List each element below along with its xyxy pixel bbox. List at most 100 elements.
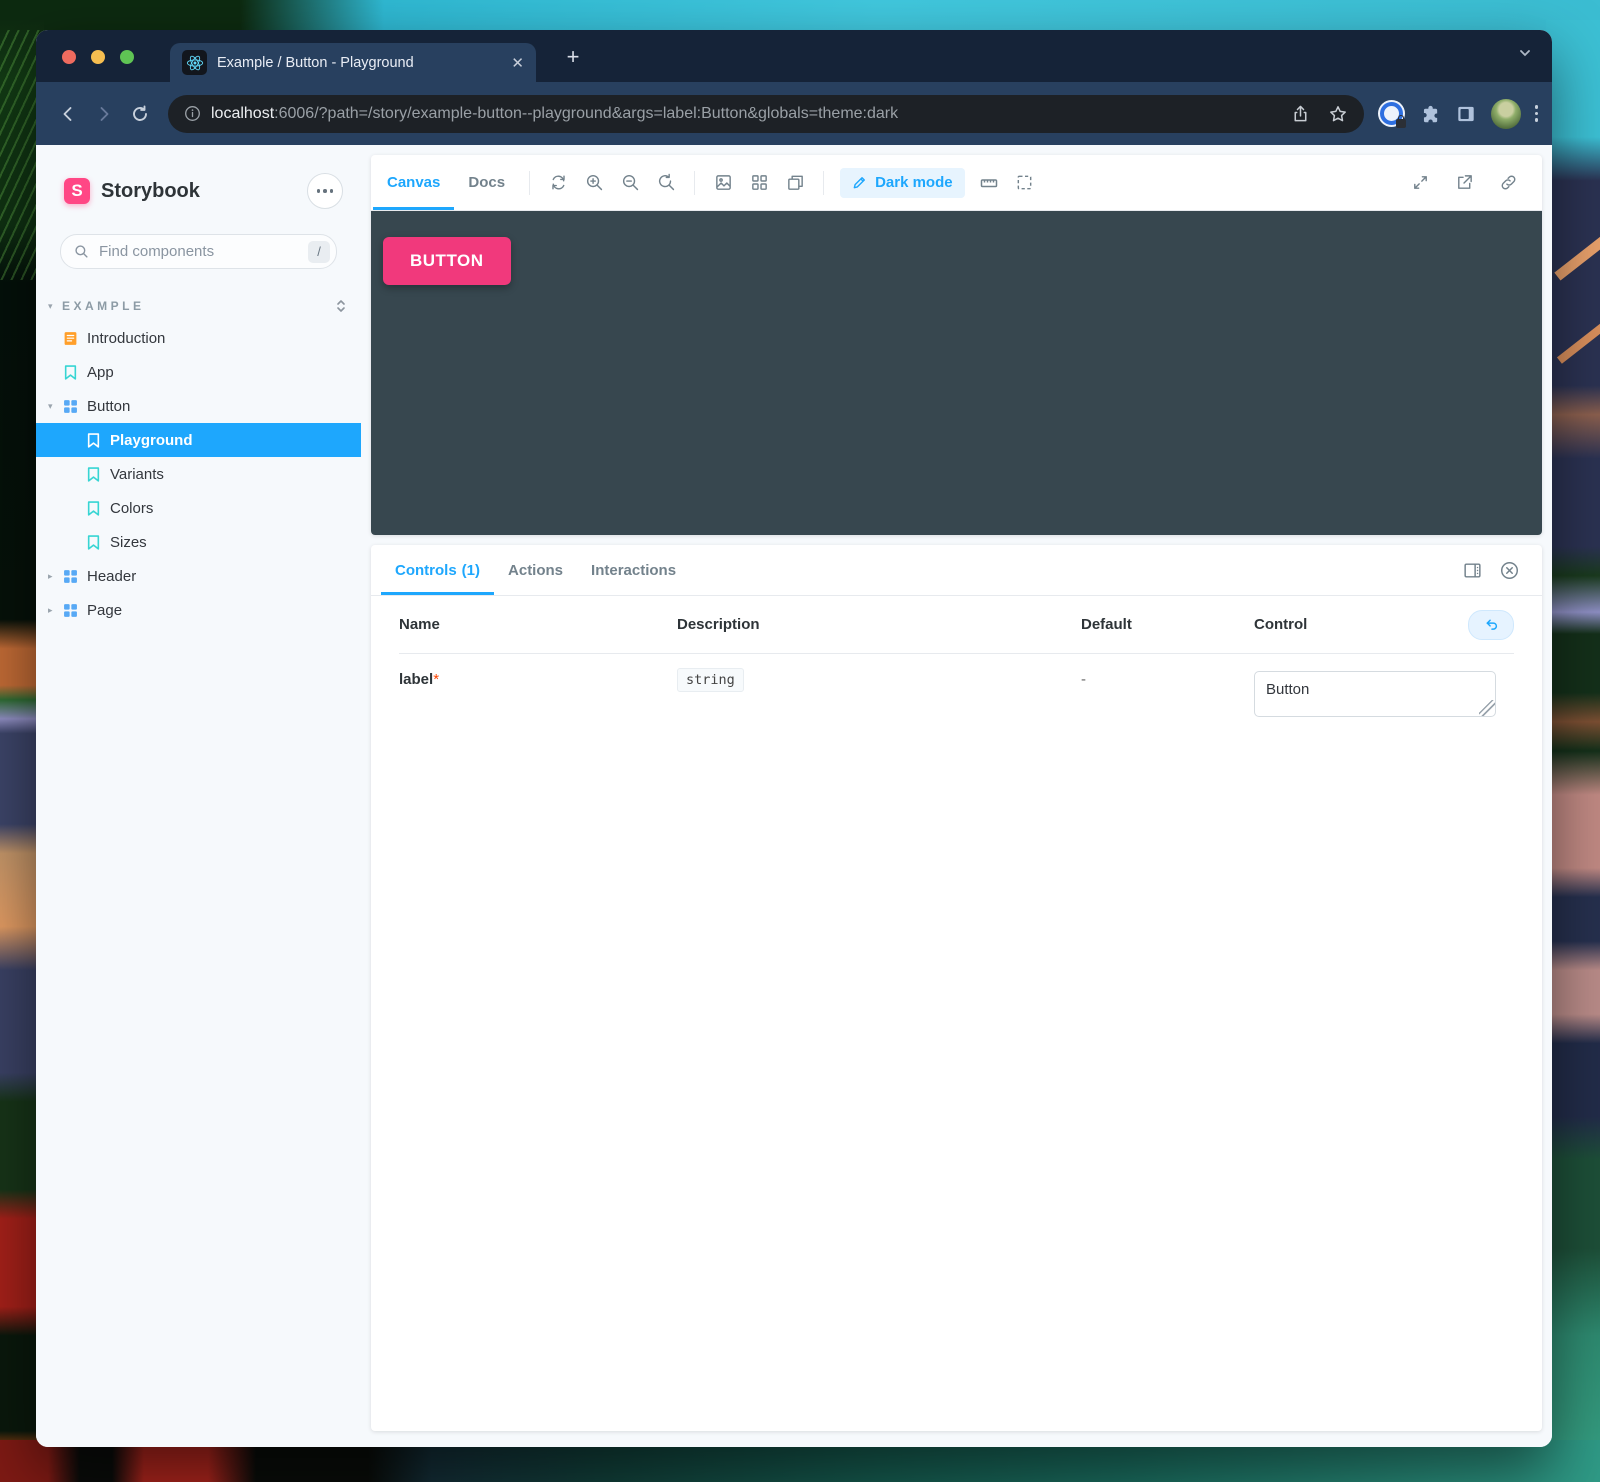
tab-interactions[interactable]: Interactions bbox=[577, 545, 690, 595]
remount-story-icon[interactable] bbox=[540, 165, 576, 201]
close-panel-icon[interactable] bbox=[1499, 560, 1520, 581]
browser-toolbar: localhost:6006/?path=/story/example-butt… bbox=[36, 82, 1552, 145]
type-chip: string bbox=[677, 668, 744, 692]
sidebar-item-app[interactable]: ▸ App bbox=[36, 355, 361, 389]
grid-icon[interactable] bbox=[741, 165, 777, 201]
preview-card: Canvas Docs bbox=[371, 155, 1542, 535]
column-description: Description bbox=[677, 616, 1081, 633]
search-input[interactable] bbox=[97, 242, 308, 261]
zoom-out-icon[interactable] bbox=[612, 165, 648, 201]
column-name: Name bbox=[399, 616, 677, 633]
sidebar-item-label: App bbox=[87, 364, 114, 381]
password-manager-extension-icon[interactable] bbox=[1378, 100, 1405, 127]
back-button[interactable] bbox=[50, 96, 86, 132]
sidebar-item-label: Sizes bbox=[110, 534, 147, 551]
tab-close-icon[interactable]: ✕ bbox=[511, 54, 524, 72]
story-canvas: BUTTON bbox=[371, 211, 1542, 535]
share-icon[interactable] bbox=[1291, 104, 1310, 123]
fullscreen-icon[interactable] bbox=[1402, 165, 1438, 201]
zoom-window-button[interactable] bbox=[120, 50, 134, 64]
close-window-button[interactable] bbox=[62, 50, 76, 64]
controls-table: Name Description Default Control label* … bbox=[371, 596, 1542, 738]
brand-title: Storybook bbox=[101, 180, 307, 203]
sidebar-item-label: Variants bbox=[110, 466, 164, 483]
side-panel-icon[interactable] bbox=[1455, 103, 1477, 125]
browser-window: Example / Button - Playground ✕ + bbox=[36, 30, 1552, 1447]
screen: Example / Button - Playground ✕ + bbox=[0, 0, 1600, 1482]
story-bookmark-icon bbox=[85, 534, 102, 551]
caret-right-icon: ▸ bbox=[48, 571, 62, 582]
storybook-app: S Storybook / ▾ EXAMPLE bbox=[36, 145, 1552, 1447]
story-button[interactable]: BUTTON bbox=[383, 237, 511, 285]
sidebar-item-label: Header bbox=[87, 568, 136, 585]
preview-toolbar-right bbox=[1402, 165, 1534, 201]
sidebar-menu-button[interactable] bbox=[307, 173, 343, 209]
sidebar-item-playground[interactable]: ▸ Playground bbox=[36, 423, 361, 457]
reload-button[interactable] bbox=[122, 96, 158, 132]
caret-down-icon: ▾ bbox=[48, 401, 62, 412]
sidebar-item-page[interactable]: ▸ Page bbox=[36, 593, 361, 627]
tab-search-chevron-icon[interactable] bbox=[1518, 46, 1532, 60]
measure-ruler-icon[interactable] bbox=[971, 165, 1007, 201]
panel-position-icon[interactable] bbox=[1462, 560, 1483, 581]
extensions-puzzle-icon[interactable] bbox=[1419, 103, 1441, 125]
zoom-in-icon[interactable] bbox=[576, 165, 612, 201]
reset-zoom-icon[interactable] bbox=[648, 165, 684, 201]
label-control-input[interactable]: Button bbox=[1254, 671, 1496, 717]
section-example[interactable]: ▾ EXAMPLE bbox=[36, 291, 361, 321]
browser-menu-icon[interactable] bbox=[1535, 105, 1539, 122]
storybook-sidebar: S Storybook / ▾ EXAMPLE bbox=[36, 145, 361, 1447]
expand-collapse-icon[interactable] bbox=[335, 298, 347, 314]
site-info-icon[interactable] bbox=[184, 105, 201, 122]
profile-avatar[interactable] bbox=[1491, 99, 1521, 129]
search-box[interactable]: / bbox=[60, 234, 337, 269]
dark-mode-button[interactable]: Dark mode bbox=[840, 168, 965, 198]
sidebar-item-variants[interactable]: ▸ Variants bbox=[36, 457, 361, 491]
browser-tab[interactable]: Example / Button - Playground ✕ bbox=[170, 43, 536, 82]
open-canvas-new-tab-icon[interactable] bbox=[1446, 165, 1482, 201]
sidebar-item-label: Playground bbox=[110, 432, 193, 449]
tab-docs[interactable]: Docs bbox=[454, 155, 519, 210]
column-default: Default bbox=[1081, 616, 1254, 633]
arg-name: label* bbox=[399, 671, 677, 688]
tab-title: Example / Button - Playground bbox=[217, 55, 501, 71]
search-icon bbox=[74, 244, 89, 259]
outline-icon[interactable] bbox=[1007, 165, 1043, 201]
sidebar-item-header[interactable]: ▸ Header bbox=[36, 559, 361, 593]
reset-controls-button[interactable] bbox=[1468, 610, 1514, 640]
caret-right-icon: ▸ bbox=[48, 605, 62, 616]
search-shortcut-key: / bbox=[308, 241, 330, 263]
address-bar[interactable]: localhost:6006/?path=/story/example-butt… bbox=[168, 95, 1364, 133]
viewport-icon[interactable] bbox=[777, 165, 813, 201]
sidebar-item-introduction[interactable]: ▸ Introduction bbox=[36, 321, 361, 355]
url-host: localhost bbox=[211, 105, 274, 122]
minimize-window-button[interactable] bbox=[91, 50, 105, 64]
react-favicon-icon bbox=[182, 50, 207, 75]
new-tab-button[interactable]: + bbox=[556, 42, 590, 72]
forward-button[interactable] bbox=[86, 96, 122, 132]
docs-page-icon bbox=[62, 330, 79, 347]
copy-link-icon[interactable] bbox=[1490, 165, 1526, 201]
sidebar-item-button[interactable]: ▾ Button bbox=[36, 389, 361, 423]
story-bookmark-icon bbox=[85, 466, 102, 483]
sidebar-item-colors[interactable]: ▸ Colors bbox=[36, 491, 361, 525]
bookmark-star-icon[interactable] bbox=[1328, 104, 1348, 124]
url-text: localhost:6006/?path=/story/example-butt… bbox=[211, 105, 1273, 123]
story-bookmark-icon bbox=[62, 364, 79, 381]
traffic-lights bbox=[62, 50, 134, 64]
tab-canvas[interactable]: Canvas bbox=[373, 155, 454, 210]
arg-default: - bbox=[1081, 671, 1254, 688]
controls-table-header: Name Description Default Control bbox=[399, 596, 1514, 654]
tab-controls[interactable]: Controls(1) bbox=[381, 545, 494, 595]
backgrounds-icon[interactable] bbox=[705, 165, 741, 201]
required-asterisk: * bbox=[433, 671, 439, 688]
tab-actions[interactable]: Actions bbox=[494, 545, 577, 595]
controls-count: (1) bbox=[462, 562, 480, 579]
sidebar-item-sizes[interactable]: ▸ Sizes bbox=[36, 525, 361, 559]
arg-control: Button bbox=[1254, 671, 1514, 721]
component-icon bbox=[62, 568, 79, 585]
storybook-logo-icon: S bbox=[64, 178, 90, 204]
table-row: label* string - Button bbox=[399, 654, 1514, 738]
component-tree: ▾ EXAMPLE ▸ Introduction bbox=[36, 291, 361, 627]
wallpaper-right bbox=[1546, 20, 1600, 1482]
